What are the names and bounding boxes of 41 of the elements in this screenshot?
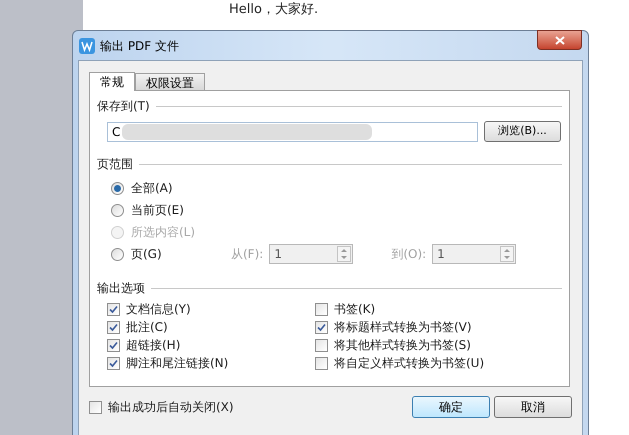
- window-title: 输出 PDF 文件: [100, 38, 180, 54]
- radio-label: 所选内容(L): [131, 224, 196, 241]
- checkbox[interactable]: [107, 338, 120, 352]
- spin-label: 到(O):: [391, 246, 426, 263]
- group-heading: 页范围: [97, 156, 133, 173]
- checkbox-label: 文档信息(Y): [126, 301, 191, 318]
- checkbox-label: 将其他样式转换为书签(S): [334, 337, 471, 354]
- radio-button[interactable]: [111, 182, 124, 194]
- tab[interactable]: 权限设置: [135, 73, 205, 90]
- spin-label: 从(F):: [231, 246, 264, 263]
- checkbox-label: 将自定义样式转换为书签(U): [334, 355, 484, 372]
- radio-button[interactable]: [111, 204, 124, 216]
- save-path-field[interactable]: C: [107, 122, 478, 142]
- close-button[interactable]: [537, 30, 582, 50]
- checkbox[interactable]: [107, 320, 120, 334]
- group-heading: 保存到(T): [97, 98, 150, 115]
- browse-button[interactable]: 浏览(B)...: [484, 121, 561, 142]
- dialog-button[interactable]: 确定: [412, 396, 490, 418]
- radio-label: 全部(A): [131, 180, 174, 197]
- checkbox[interactable]: [315, 302, 328, 316]
- checkbox-label: 批注(C): [126, 319, 168, 336]
- tab[interactable]: 常规: [89, 72, 135, 91]
- radio-button[interactable]: [111, 248, 124, 260]
- close-icon[interactable]: [554, 36, 564, 44]
- document-text: Hello，大家好.: [229, 1, 318, 19]
- app-logo-icon: [79, 38, 95, 54]
- checkbox[interactable]: [89, 400, 102, 414]
- dialog-button[interactable]: 取消: [494, 396, 572, 418]
- checkbox-label: 输出成功后自动关闭(X): [108, 399, 234, 416]
- checkbox-label: 将标题样式转换为书签(V): [334, 319, 472, 336]
- group-heading: 输出选项: [97, 280, 145, 297]
- radio-label: 当前页(E): [131, 202, 185, 219]
- checkbox[interactable]: [107, 302, 120, 316]
- checkbox[interactable]: [315, 320, 328, 334]
- checkbox-label: 脚注和尾注链接(N): [126, 355, 228, 372]
- radio-label: 页(G): [131, 246, 163, 263]
- checkbox[interactable]: [107, 356, 120, 370]
- checkbox-label: 书签(K): [334, 301, 376, 318]
- checkbox[interactable]: [315, 338, 328, 352]
- checkbox-label: 超链接(H): [126, 337, 180, 354]
- checkbox[interactable]: [315, 356, 328, 370]
